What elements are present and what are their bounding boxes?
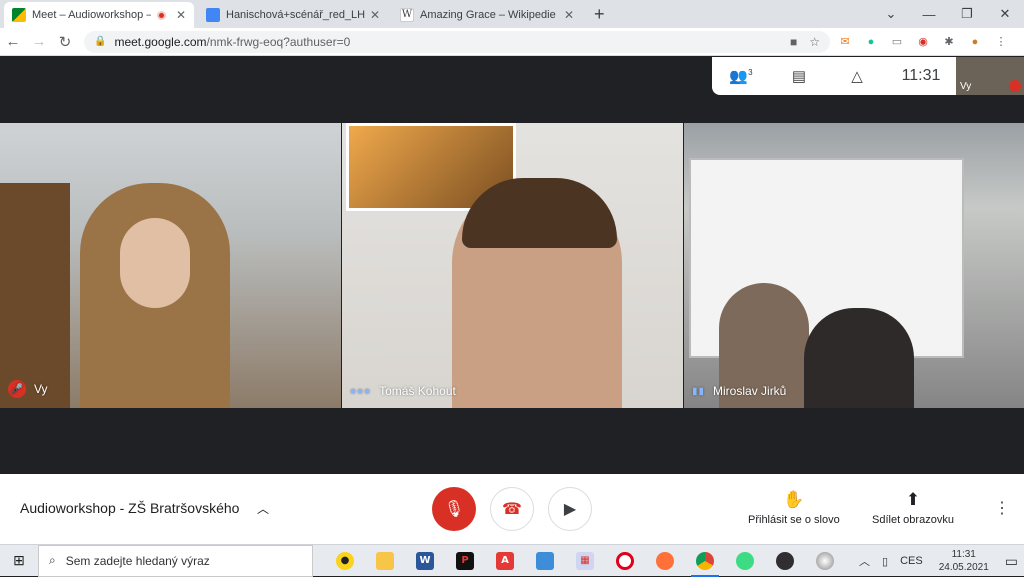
reload-icon[interactable]: ↻ <box>52 33 78 51</box>
puzzle-icon[interactable]: ✱ <box>938 34 960 50</box>
forward-icon[interactable]: → <box>26 33 52 50</box>
speaking-indicator-icon: ●●● <box>350 385 372 397</box>
extension-icon[interactable]: ▭ <box>886 34 908 50</box>
pacman-app-icon[interactable]: ● <box>325 545 365 577</box>
lock-icon: 🔒 <box>94 36 107 47</box>
chat-icon[interactable]: ▤ <box>770 67 828 85</box>
docs-icon <box>206 8 220 22</box>
mic-off-icon: 🎙 <box>443 501 465 518</box>
muted-mic-icon <box>1009 80 1021 92</box>
opera-icon[interactable] <box>605 545 645 577</box>
more-options-icon[interactable]: ⋮ <box>994 498 1010 518</box>
grammarly-icon[interactable]: ● <box>860 34 882 50</box>
mail-extension-icon[interactable]: ✉ <box>834 34 856 50</box>
close-tab-icon[interactable]: ✕ <box>370 8 380 22</box>
word-icon[interactable]: W <box>405 545 445 577</box>
meet-stage: 👥3 ▤ △ 11:31 Vy 🎤 Vy ●●● Tomáš Kohout ▮▮ <box>0 57 1024 474</box>
windows-taskbar: ⊞ ⌕ Sem zadejte hledaný výraz ● W P A ▦ … <box>0 544 1024 577</box>
obs-icon[interactable] <box>765 545 805 577</box>
tab-docs[interactable]: Hanischová+scénář_red_LH.docx ✕ <box>198 2 388 28</box>
hangup-icon: ☎ <box>502 501 522 518</box>
mic-toggle-button[interactable]: 🎙 <box>432 487 476 531</box>
taskbar-search-input[interactable]: ⌕ Sem zadejte hledaný výraz <box>38 544 313 577</box>
chevron-up-icon[interactable]: ︿ <box>859 553 870 569</box>
profile-avatar[interactable]: ● <box>964 34 986 50</box>
address-bar: ← → ↻ 🔒 meet.google.com/nmk-frwg-eoq?aut… <box>0 28 1024 56</box>
camera-permission-icon[interactable]: ■ <box>790 35 797 49</box>
meet-icon <box>12 8 26 22</box>
file-explorer-icon[interactable] <box>365 545 405 577</box>
adblock-icon[interactable]: ◉ <box>912 34 934 50</box>
search-icon: ⌕ <box>49 553 56 567</box>
leave-call-button[interactable]: ☎ <box>490 487 534 531</box>
window-controls: ⌄ — ❐ ✕ <box>872 0 1024 28</box>
windows-start-icon[interactable]: ⊞ <box>0 552 38 569</box>
participant-label: ▮▮ Miroslav Jirků <box>692 384 787 398</box>
taskbar-clock[interactable]: 11:31 24.05.2021 <box>939 548 989 574</box>
tab-title: Hanischová+scénář_red_LH.docx <box>226 9 366 21</box>
pdf-app-icon[interactable]: P <box>445 545 485 577</box>
android-app-icon[interactable] <box>725 545 765 577</box>
chevron-up-icon[interactable]: ︿ <box>257 500 269 517</box>
device-icon[interactable]: ▯ <box>882 555 888 568</box>
chrome-icon[interactable] <box>685 545 725 577</box>
media-player-icon[interactable] <box>805 545 845 577</box>
participant-label: ●●● Tomáš Kohout <box>350 384 456 398</box>
acrobat-icon[interactable]: A <box>485 545 525 577</box>
tab-meet[interactable]: Meet – Audioworkshop – ZŠ ✕ <box>4 2 194 28</box>
close-window-icon[interactable]: ✕ <box>986 6 1024 22</box>
tab-title: Meet – Audioworkshop – ZŠ <box>32 9 151 21</box>
present-icon: ⬆ <box>905 490 921 509</box>
meet-controls-bar: Audioworkshop - ZŠ Bratršovského ︿ 🎙 ☎ ▶… <box>0 474 1024 544</box>
meeting-clock: 11:31 <box>901 67 941 84</box>
new-tab-button[interactable]: + <box>594 2 605 28</box>
calendar-app-icon[interactable]: ▦ <box>565 545 605 577</box>
recording-icon <box>156 10 166 20</box>
meeting-title[interactable]: Audioworkshop - ZŠ Bratršovského <box>20 500 239 516</box>
taskbar-apps: ● W P A ▦ <box>325 545 845 577</box>
camera-icon: ▶ <box>563 501 577 518</box>
language-indicator[interactable]: CES <box>900 555 923 567</box>
camera-toggle-button[interactable]: ▶ <box>548 487 592 531</box>
restore-icon[interactable]: ❐ <box>948 6 986 22</box>
person-face <box>120 218 190 308</box>
paint-app-icon[interactable] <box>525 545 565 577</box>
back-icon[interactable]: ← <box>0 33 26 50</box>
info-panel: 👥3 ▤ △ 11:31 Vy <box>712 57 1024 95</box>
bookshelf <box>0 183 70 408</box>
raise-hand-button[interactable]: ✋ Přihlásit se o slovo <box>748 490 840 526</box>
minimize-icon[interactable]: — <box>910 7 948 22</box>
close-tab-icon[interactable]: ✕ <box>564 8 574 22</box>
tab-wikipedia[interactable]: W Amazing Grace – Wikipedie ✕ <box>392 2 582 28</box>
tab-search-icon[interactable]: ⌄ <box>872 6 910 22</box>
tab-title: Amazing Grace – Wikipedie <box>420 9 556 21</box>
close-tab-icon[interactable]: ✕ <box>176 8 186 22</box>
video-tile-self[interactable]: 🎤 Vy <box>0 123 341 408</box>
notifications-icon[interactable]: ▭ <box>1005 553 1018 570</box>
video-tile-miroslav[interactable]: ▮▮ Miroslav Jirků <box>684 123 1024 408</box>
people-icon[interactable]: 👥3 <box>712 67 770 85</box>
wikipedia-icon: W <box>400 8 414 22</box>
url-input[interactable]: 🔒 meet.google.com/nmk-frwg-eoq?authuser=… <box>84 30 830 53</box>
speaking-indicator-icon: ▮▮ <box>692 385 706 397</box>
system-tray: ︿ ▯ CES 11:31 24.05.2021 ▭ <box>853 545 1024 577</box>
self-thumbnail[interactable]: Vy <box>956 57 1024 95</box>
person-student-2 <box>804 308 914 408</box>
participant-label: 🎤 Vy <box>8 380 48 398</box>
browser-tab-strip: Meet – Audioworkshop – ZŠ ✕ Hanischová+s… <box>0 0 1024 28</box>
url-text: meet.google.com/nmk-frwg-eoq?authuser=0 <box>114 34 351 49</box>
bookmark-star-icon[interactable]: ☆ <box>809 35 820 49</box>
firefox-icon[interactable] <box>645 545 685 577</box>
menu-icon[interactable]: ⋮ <box>990 34 1012 50</box>
activities-icon[interactable]: △ <box>828 67 886 85</box>
hand-icon: ✋ <box>783 490 805 509</box>
video-tile-tomas[interactable]: ●●● Tomáš Kohout <box>342 123 683 408</box>
present-screen-button[interactable]: ⬆ Sdílet obrazovku <box>872 490 954 526</box>
muted-mic-icon: 🎤 <box>8 380 26 398</box>
